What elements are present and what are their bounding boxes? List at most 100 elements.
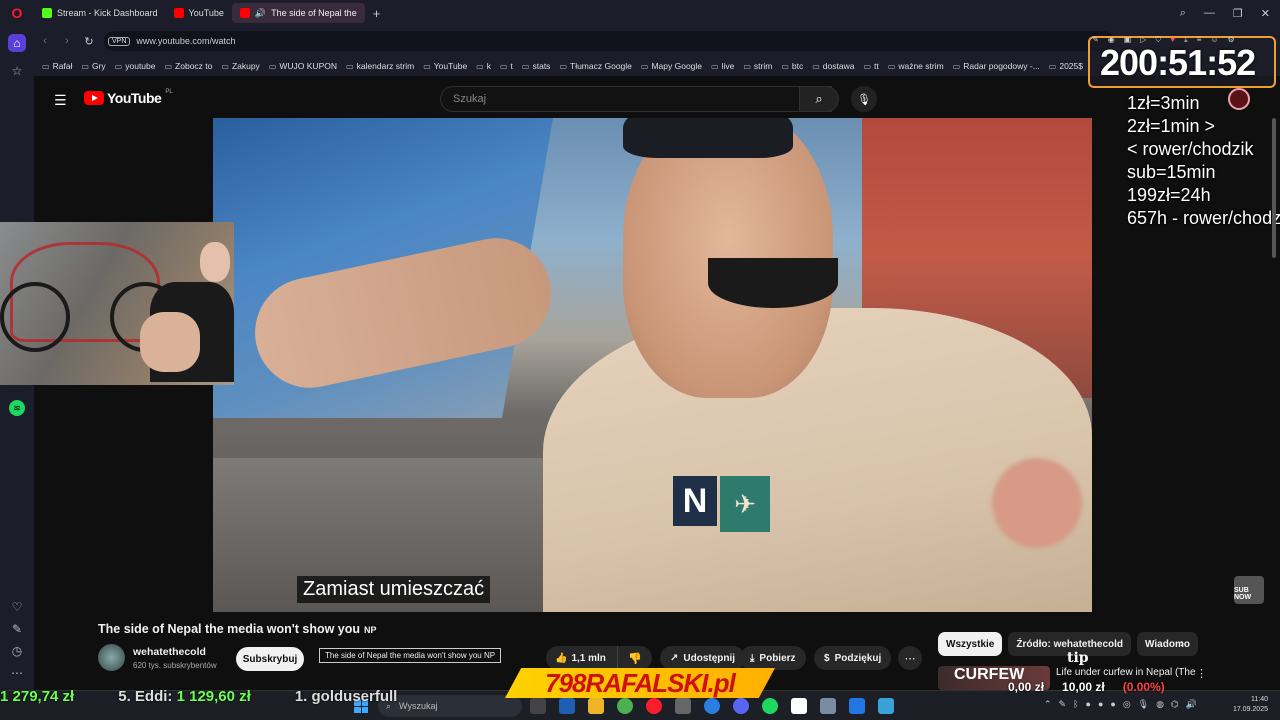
app-icon[interactable]: ◍ (1156, 699, 1164, 710)
vpn-badge[interactable]: VPN (108, 36, 131, 46)
app-icon[interactable] (675, 698, 691, 714)
pen-icon[interactable]: ✎ (1059, 699, 1067, 710)
video-player[interactable]: N ✈ (213, 118, 1092, 612)
download-button[interactable]: ⤓ Pobierz (740, 646, 806, 670)
history-icon[interactable]: ◷ (8, 642, 26, 660)
bookmark-item[interactable]: ▭ btc (781, 61, 803, 71)
search-button[interactable]: ⌕ (799, 86, 839, 112)
speaker-icon[interactable]: 🔊 (255, 8, 266, 19)
bookmark-item[interactable]: ▭ Radar pogodowy -... (953, 61, 1040, 71)
recommended-title[interactable]: Life under curfew in Nepal (The (1056, 667, 1196, 678)
more-actions-button[interactable]: ⋯ (898, 646, 922, 670)
bookmark-item[interactable]: ▭ Tłumacz Google (559, 61, 631, 71)
bookmark-item[interactable]: ▭ Zakupy (221, 61, 259, 71)
chip-news[interactable]: Wiadomo (1137, 632, 1198, 656)
channel-avatar[interactable] (98, 644, 125, 671)
youtube-logo[interactable]: YouTube PL (84, 89, 173, 106)
home-icon[interactable]: ⌂ (8, 34, 26, 52)
bookmark-item[interactable]: ▭ 2025$ (1049, 61, 1083, 71)
bookmark-label: Zobocz to (175, 61, 213, 71)
menu-icon[interactable]: ☰ (54, 92, 67, 109)
close-icon[interactable]: ✕ (1261, 7, 1270, 20)
bookmark-item[interactable]: ▭ youtube (115, 61, 156, 71)
tab-youtube[interactable]: YouTube (166, 3, 232, 23)
bookmark-item[interactable]: ▭ t (500, 61, 513, 71)
edit-icon[interactable]: ✎ (1092, 35, 1099, 45)
youtube-play-icon (84, 91, 104, 105)
app-icon[interactable] (791, 698, 807, 714)
bookmark-item[interactable]: ▭ YouTube (423, 61, 467, 71)
bookmark-item[interactable]: ▭ WUJO KUPON (269, 61, 337, 71)
app-icon[interactable]: ● (1086, 699, 1091, 710)
dislike-button[interactable]: 👎 (618, 646, 652, 670)
chevron-up-icon[interactable]: ⌃ (1044, 699, 1052, 710)
more-icon[interactable]: ⋯ (8, 664, 26, 682)
reload-icon[interactable]: ↻ (78, 35, 100, 48)
app-icon[interactable]: ● (1110, 699, 1115, 710)
screen: O Stream - Kick Dashboard YouTube 🔊 The … (0, 0, 1280, 720)
network-icon[interactable]: ⌬ (1171, 699, 1179, 710)
app-icon[interactable] (849, 698, 865, 714)
like-button[interactable]: 👍 1,1 mln (546, 646, 618, 670)
scrollbar[interactable] (1272, 118, 1276, 258)
ticker-entry: 1. golduserfull (295, 688, 398, 705)
bookmark-item[interactable]: ▭ live (711, 61, 734, 71)
share-button[interactable]: ↗ Udostępnij (660, 646, 746, 670)
app-icon[interactable] (559, 698, 575, 714)
volume-icon[interactable]: 🔊 (1186, 699, 1197, 710)
steam-icon[interactable]: ◎ (1123, 699, 1131, 710)
taskbar-clock[interactable]: 11:40 17.09.2025 (1228, 695, 1268, 715)
thanks-button[interactable]: $ Podziękuj (814, 646, 892, 670)
new-tab-button[interactable]: + (365, 6, 389, 21)
edit-icon[interactable]: ✎ (8, 620, 26, 638)
bookmark-item[interactable]: ▭ Gry (81, 61, 105, 71)
bookmark-item[interactable]: ▭ dostawa (812, 61, 854, 71)
search-input[interactable] (453, 93, 773, 105)
opera-icon[interactable] (646, 698, 662, 714)
star-icon[interactable]: ☆ (8, 62, 26, 80)
bookmark-item[interactable]: ▭ Zobocz to (164, 61, 212, 71)
folder-icon: ▭ (781, 61, 789, 71)
search-icon[interactable]: ⌕ (1180, 7, 1186, 20)
discord-icon[interactable] (733, 698, 749, 714)
minimize-icon[interactable]: — (1204, 7, 1215, 19)
back-icon[interactable]: ‹ (34, 35, 56, 47)
tab-current-video[interactable]: 🔊 The side of Nepal the (231, 3, 365, 23)
chrome-icon[interactable] (617, 698, 633, 714)
chip-all[interactable]: Wszystkie (938, 632, 1003, 656)
forward-icon[interactable]: › (56, 35, 78, 47)
bookmark-item[interactable]: ▭ k (476, 61, 491, 71)
bookmark-item[interactable]: ▭ stats (522, 61, 551, 71)
channel-name[interactable]: wehatethecold (133, 646, 206, 658)
app-icon[interactable] (704, 698, 720, 714)
file-explorer-icon[interactable] (588, 698, 604, 714)
heart-icon[interactable]: ♡ (8, 598, 26, 616)
bookmark-item[interactable]: ▭ Rafał (42, 61, 72, 71)
search-box (440, 86, 832, 112)
price-list-item: 2zł=1min > (1127, 116, 1216, 136)
bluetooth-icon[interactable]: ᛒ (1073, 699, 1078, 710)
bookmark-item[interactable]: ▭ Mapy Google (641, 61, 702, 71)
app-icon[interactable] (820, 698, 836, 714)
bookmark-item[interactable]: ▭ kalendarz strim (346, 61, 414, 71)
chevron-right-icon[interactable]: › (1180, 636, 1184, 650)
tab-kick-dashboard[interactable]: Stream - Kick Dashboard (34, 3, 166, 23)
folder-icon: ▭ (1048, 61, 1057, 71)
voice-search-button[interactable]: 🎙 (851, 86, 877, 112)
mic-icon[interactable]: 🎙 (1138, 699, 1149, 710)
subscribe-button[interactable]: Subskrybuj (236, 647, 304, 671)
spotify-icon[interactable] (762, 698, 778, 714)
notepad-icon[interactable] (878, 698, 894, 714)
bookmark-item[interactable]: ▭ tt (863, 61, 878, 71)
spotify-icon[interactable]: ≋ (9, 400, 25, 416)
opera-logo-icon[interactable]: O (0, 0, 34, 26)
app-icon[interactable]: ● (1098, 699, 1103, 710)
url-field[interactable]: VPN www.youtube.com/watch (104, 31, 1114, 51)
more-vert-icon[interactable]: ⋮ (1196, 667, 1207, 680)
task-view-icon[interactable] (530, 698, 546, 714)
bookmark-item[interactable]: ▭ strim (743, 61, 772, 71)
folder-icon: ▭ (423, 61, 431, 71)
bookmark-item[interactable]: ▭ ważne strim (888, 61, 944, 71)
maximize-icon[interactable]: ❐ (1233, 7, 1243, 20)
bookmark-label: t (510, 61, 513, 71)
